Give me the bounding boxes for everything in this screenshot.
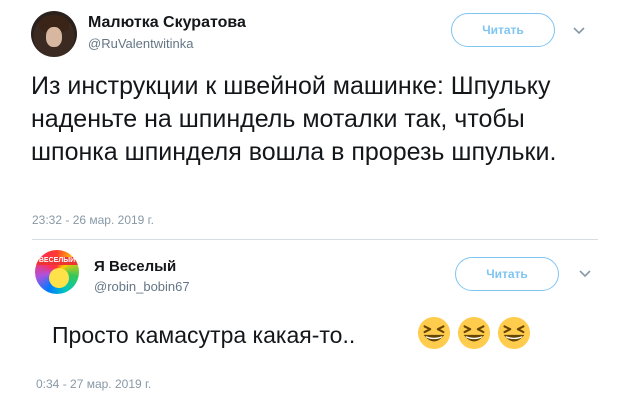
- chevron-down-icon[interactable]: [578, 267, 592, 281]
- author-name[interactable]: Малютка Скуратова: [88, 14, 246, 32]
- emoji-group: [417, 316, 531, 350]
- author-name[interactable]: Я Веселый: [94, 258, 176, 275]
- avatar[interactable]: [31, 11, 77, 57]
- avatar-face: [46, 27, 62, 47]
- grinning-squinting-face-icon: [497, 316, 531, 350]
- tweet-text: Из инструкции к швейной машинке: Шпульку…: [31, 72, 557, 166]
- avatar-label: ВЕСЕЛЫЙ: [35, 257, 79, 265]
- timestamp[interactable]: 23:32 - 26 мар. 2019 г.: [32, 213, 154, 227]
- follow-button[interactable]: Читать: [455, 257, 559, 291]
- timestamp[interactable]: 0:34 - 27 мар. 2019 г.: [36, 377, 151, 391]
- smiley-icon: [49, 268, 69, 288]
- chevron-down-icon[interactable]: [572, 24, 586, 38]
- grinning-squinting-face-icon: [457, 316, 491, 350]
- grinning-squinting-face-icon: [417, 316, 451, 350]
- author-handle[interactable]: @robin_bobin67: [94, 279, 190, 294]
- follow-button[interactable]: Читать: [451, 13, 555, 47]
- avatar[interactable]: ВЕСЕЛЫЙ: [35, 250, 79, 294]
- tweet-1: Малютка Скуратова @RuValentwitinka Читат…: [0, 0, 626, 238]
- tweet-text: Просто камасутра какая-то..: [52, 322, 356, 348]
- author-handle[interactable]: @RuValentwitinka: [88, 36, 193, 51]
